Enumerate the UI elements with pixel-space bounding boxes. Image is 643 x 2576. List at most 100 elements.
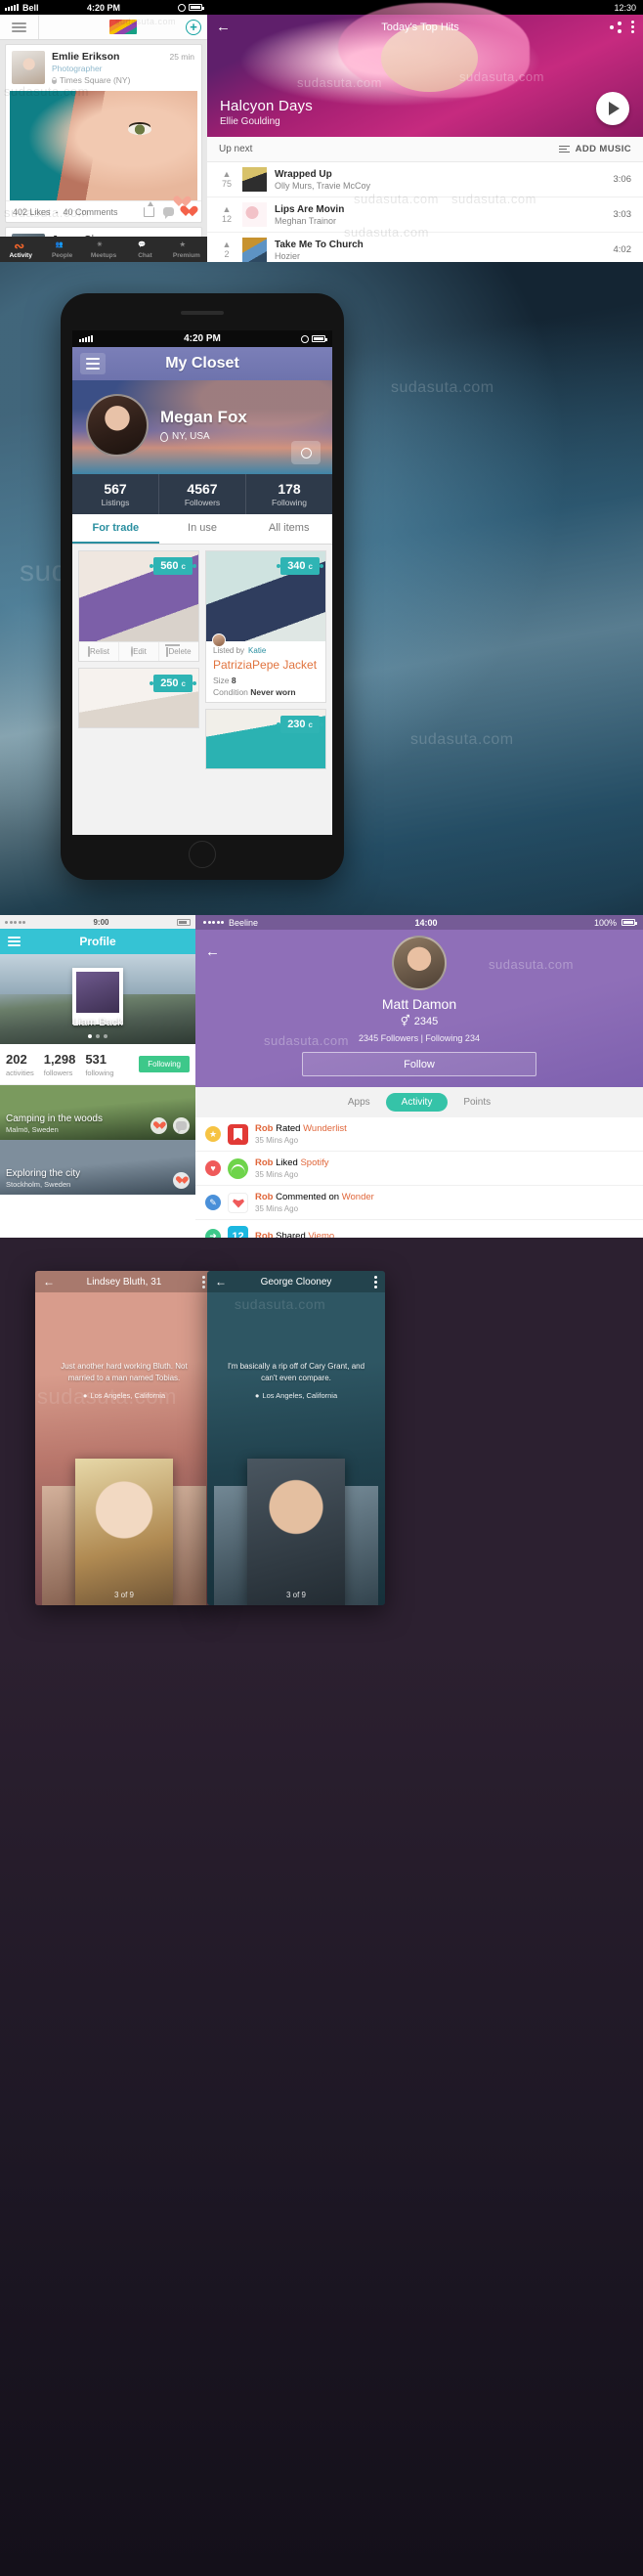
track-row[interactable]: ▲ 2 Take Me To Church Hozier 4:02 — [207, 233, 643, 262]
tab-chat[interactable]: 💬 Chat — [124, 237, 165, 262]
tab-all-items[interactable]: All items — [245, 514, 332, 544]
wunderlist-icon — [228, 1123, 248, 1145]
activity-item[interactable]: ♥ Rob Liked Spotify 35 Mins Ago — [195, 1152, 643, 1186]
activity-item[interactable]: ★ Rob Rated Wunderlist 35 Mins Ago — [195, 1117, 643, 1152]
item-photo: 340 c — [206, 551, 325, 641]
add-post-button[interactable]: + — [186, 19, 201, 35]
post-photo[interactable] — [10, 91, 197, 200]
camera-button[interactable] — [291, 441, 321, 464]
stat-following[interactable]: 531 following — [85, 1051, 123, 1077]
dating-cards-showcase: ← Lindsey Bluth, 31 Just another hard wo… — [0, 1238, 643, 2576]
carousel-dots[interactable] — [0, 1034, 195, 1038]
add-music-button[interactable]: ADD MUSIC — [558, 144, 631, 154]
relist-button[interactable]: Relist — [79, 642, 119, 661]
track-row[interactable]: ▲ 12 Lips Are Movin Meghan Trainor 3:03 — [207, 197, 643, 233]
overflow-menu-icon[interactable] — [631, 21, 634, 33]
album-art — [242, 202, 267, 227]
feed-top-nav: + sudasuta.com — [0, 15, 207, 40]
tab-activity[interactable]: ∾ Activity — [0, 237, 41, 262]
activity-subtitle: Malmö, Sweden — [6, 1125, 59, 1134]
closet-item[interactable]: 560 c Relist Edit Delete — [78, 550, 199, 662]
tab-apps[interactable]: Apps — [332, 1093, 386, 1112]
closet-item[interactable]: 250 c — [78, 668, 199, 728]
vote-control[interactable]: ▲ 2 — [219, 240, 235, 259]
closet-item[interactable]: 340 c Listed by Katie PatriziaPepe Jacket … — [205, 550, 326, 703]
activity-text: Rob Rated Wunderlist — [255, 1123, 347, 1134]
signal-icon — [203, 921, 224, 924]
photo-carousel[interactable] — [207, 1434, 385, 1605]
tab-for-trade[interactable]: For trade — [72, 514, 159, 544]
closet-item[interactable]: 230 c — [205, 709, 326, 769]
delete-button[interactable]: Delete — [159, 642, 198, 661]
product-condition: Condition Never worn — [213, 687, 296, 697]
avatar[interactable] — [86, 394, 149, 457]
track-artist: Meghan Trainor — [275, 215, 337, 226]
stat-followers[interactable]: 4567 Followers — [159, 474, 246, 514]
carousel-side-photo[interactable] — [169, 1486, 206, 1605]
edit-button[interactable]: Edit — [119, 642, 159, 661]
comment-icon[interactable] — [163, 207, 174, 219]
overflow-menu-icon[interactable] — [202, 1275, 205, 1288]
tab-in-use[interactable]: In use — [159, 514, 246, 544]
hamburger-icon[interactable] — [0, 15, 39, 39]
carousel-side-photo[interactable] — [42, 1486, 79, 1605]
avatar — [392, 936, 447, 990]
profile-status-bar: 9:00 — [0, 915, 195, 929]
back-icon[interactable]: ← — [216, 20, 231, 34]
post-author-name: Emlie Erikson — [52, 51, 120, 63]
battery-icon — [622, 919, 637, 926]
like-heart-icon[interactable] — [150, 1117, 167, 1134]
activity-item[interactable]: ✎ Rob Commented on Wonder 35 Mins Ago — [195, 1186, 643, 1220]
comment-icon[interactable] — [173, 1117, 190, 1134]
carousel-main-photo[interactable] — [75, 1459, 173, 1605]
stat-label: followers — [43, 1069, 73, 1077]
battery-label: 100% — [593, 917, 617, 928]
back-icon[interactable]: ← — [43, 1275, 55, 1288]
carousel-side-photo[interactable] — [214, 1486, 251, 1605]
tab-points[interactable]: Points — [448, 1093, 506, 1112]
page-title: Profile — [79, 935, 116, 948]
carousel-side-photo[interactable] — [341, 1486, 378, 1605]
track-row[interactable]: ▲ 75 Wrapped Up Olly Murs, Travie McCoy 3… — [207, 162, 643, 197]
activity-text: Rob Liked Spotify — [255, 1157, 329, 1168]
activity-row[interactable]: Exploring the city Stockholm, Sweden — [0, 1140, 195, 1195]
bottom-tab-bar: ∾ Activity 👥 People ☀ Meetups 💬 Chat ★ P… — [0, 237, 207, 262]
vote-control[interactable]: ▲ 75 — [219, 170, 235, 189]
camera-icon — [300, 447, 312, 458]
carrier-label: Beeline — [229, 917, 259, 928]
vote-control[interactable]: ▲ 12 — [219, 205, 235, 224]
profile-location: NY, USA — [160, 431, 247, 442]
profile-location: ● Los Angeles, California — [254, 1391, 338, 1401]
photo-carousel[interactable] — [35, 1434, 213, 1605]
stat-followers[interactable]: 1,298 followers — [44, 1051, 86, 1077]
feed-post-card[interactable]: Emlie Erikson Photographer Times Square … — [5, 44, 202, 223]
stat-following[interactable]: 178 Following — [246, 474, 332, 514]
overflow-menu-icon[interactable] — [374, 1275, 377, 1288]
closet-profile-hero: Megan Fox NY, USA — [72, 380, 332, 474]
dating-profile-card[interactable]: ← Lindsey Bluth, 31 Just another hard wo… — [35, 1271, 213, 1605]
tab-premium[interactable]: ★ Premium — [166, 237, 207, 262]
activity-row[interactable]: Camping in the woods Malmö, Sweden — [0, 1085, 195, 1140]
tab-people[interactable]: 👥 People — [41, 237, 82, 262]
profile-hero: Liam Back — [0, 954, 195, 1044]
tab-activity[interactable]: Activity — [385, 1093, 449, 1112]
share-icon[interactable] — [144, 200, 154, 217]
following-button[interactable]: Following — [139, 1056, 190, 1072]
tab-meetups[interactable]: ☀ Meetups — [83, 237, 124, 262]
share-icon[interactable] — [610, 21, 622, 33]
dating-profile-card[interactable]: ← George Clooney I'm basically a rip off… — [207, 1271, 385, 1605]
activity-item[interactable]: ➜ 12 Rob Shared Viemo — [195, 1220, 643, 1238]
carousel-main-photo[interactable] — [247, 1459, 345, 1605]
stat-activities[interactable]: 202 activities — [6, 1051, 44, 1077]
follow-button[interactable]: Follow — [302, 1052, 536, 1076]
item-price-badge: 340 c — [280, 557, 320, 575]
track-duration: 3:03 — [613, 209, 632, 220]
phone-mockup: 4:20 PM My Closet Megan Fox NY, USA 567 … — [61, 293, 344, 880]
back-icon[interactable]: ← — [205, 943, 220, 960]
back-icon[interactable]: ← — [215, 1275, 227, 1288]
activity-text: Rob Shared Viemo — [255, 1231, 335, 1238]
play-button[interactable] — [596, 92, 629, 125]
stat-listings[interactable]: 567 Listings — [72, 474, 159, 514]
like-heart-icon[interactable] — [173, 1172, 190, 1189]
stat-value: 4567 — [187, 481, 218, 497]
